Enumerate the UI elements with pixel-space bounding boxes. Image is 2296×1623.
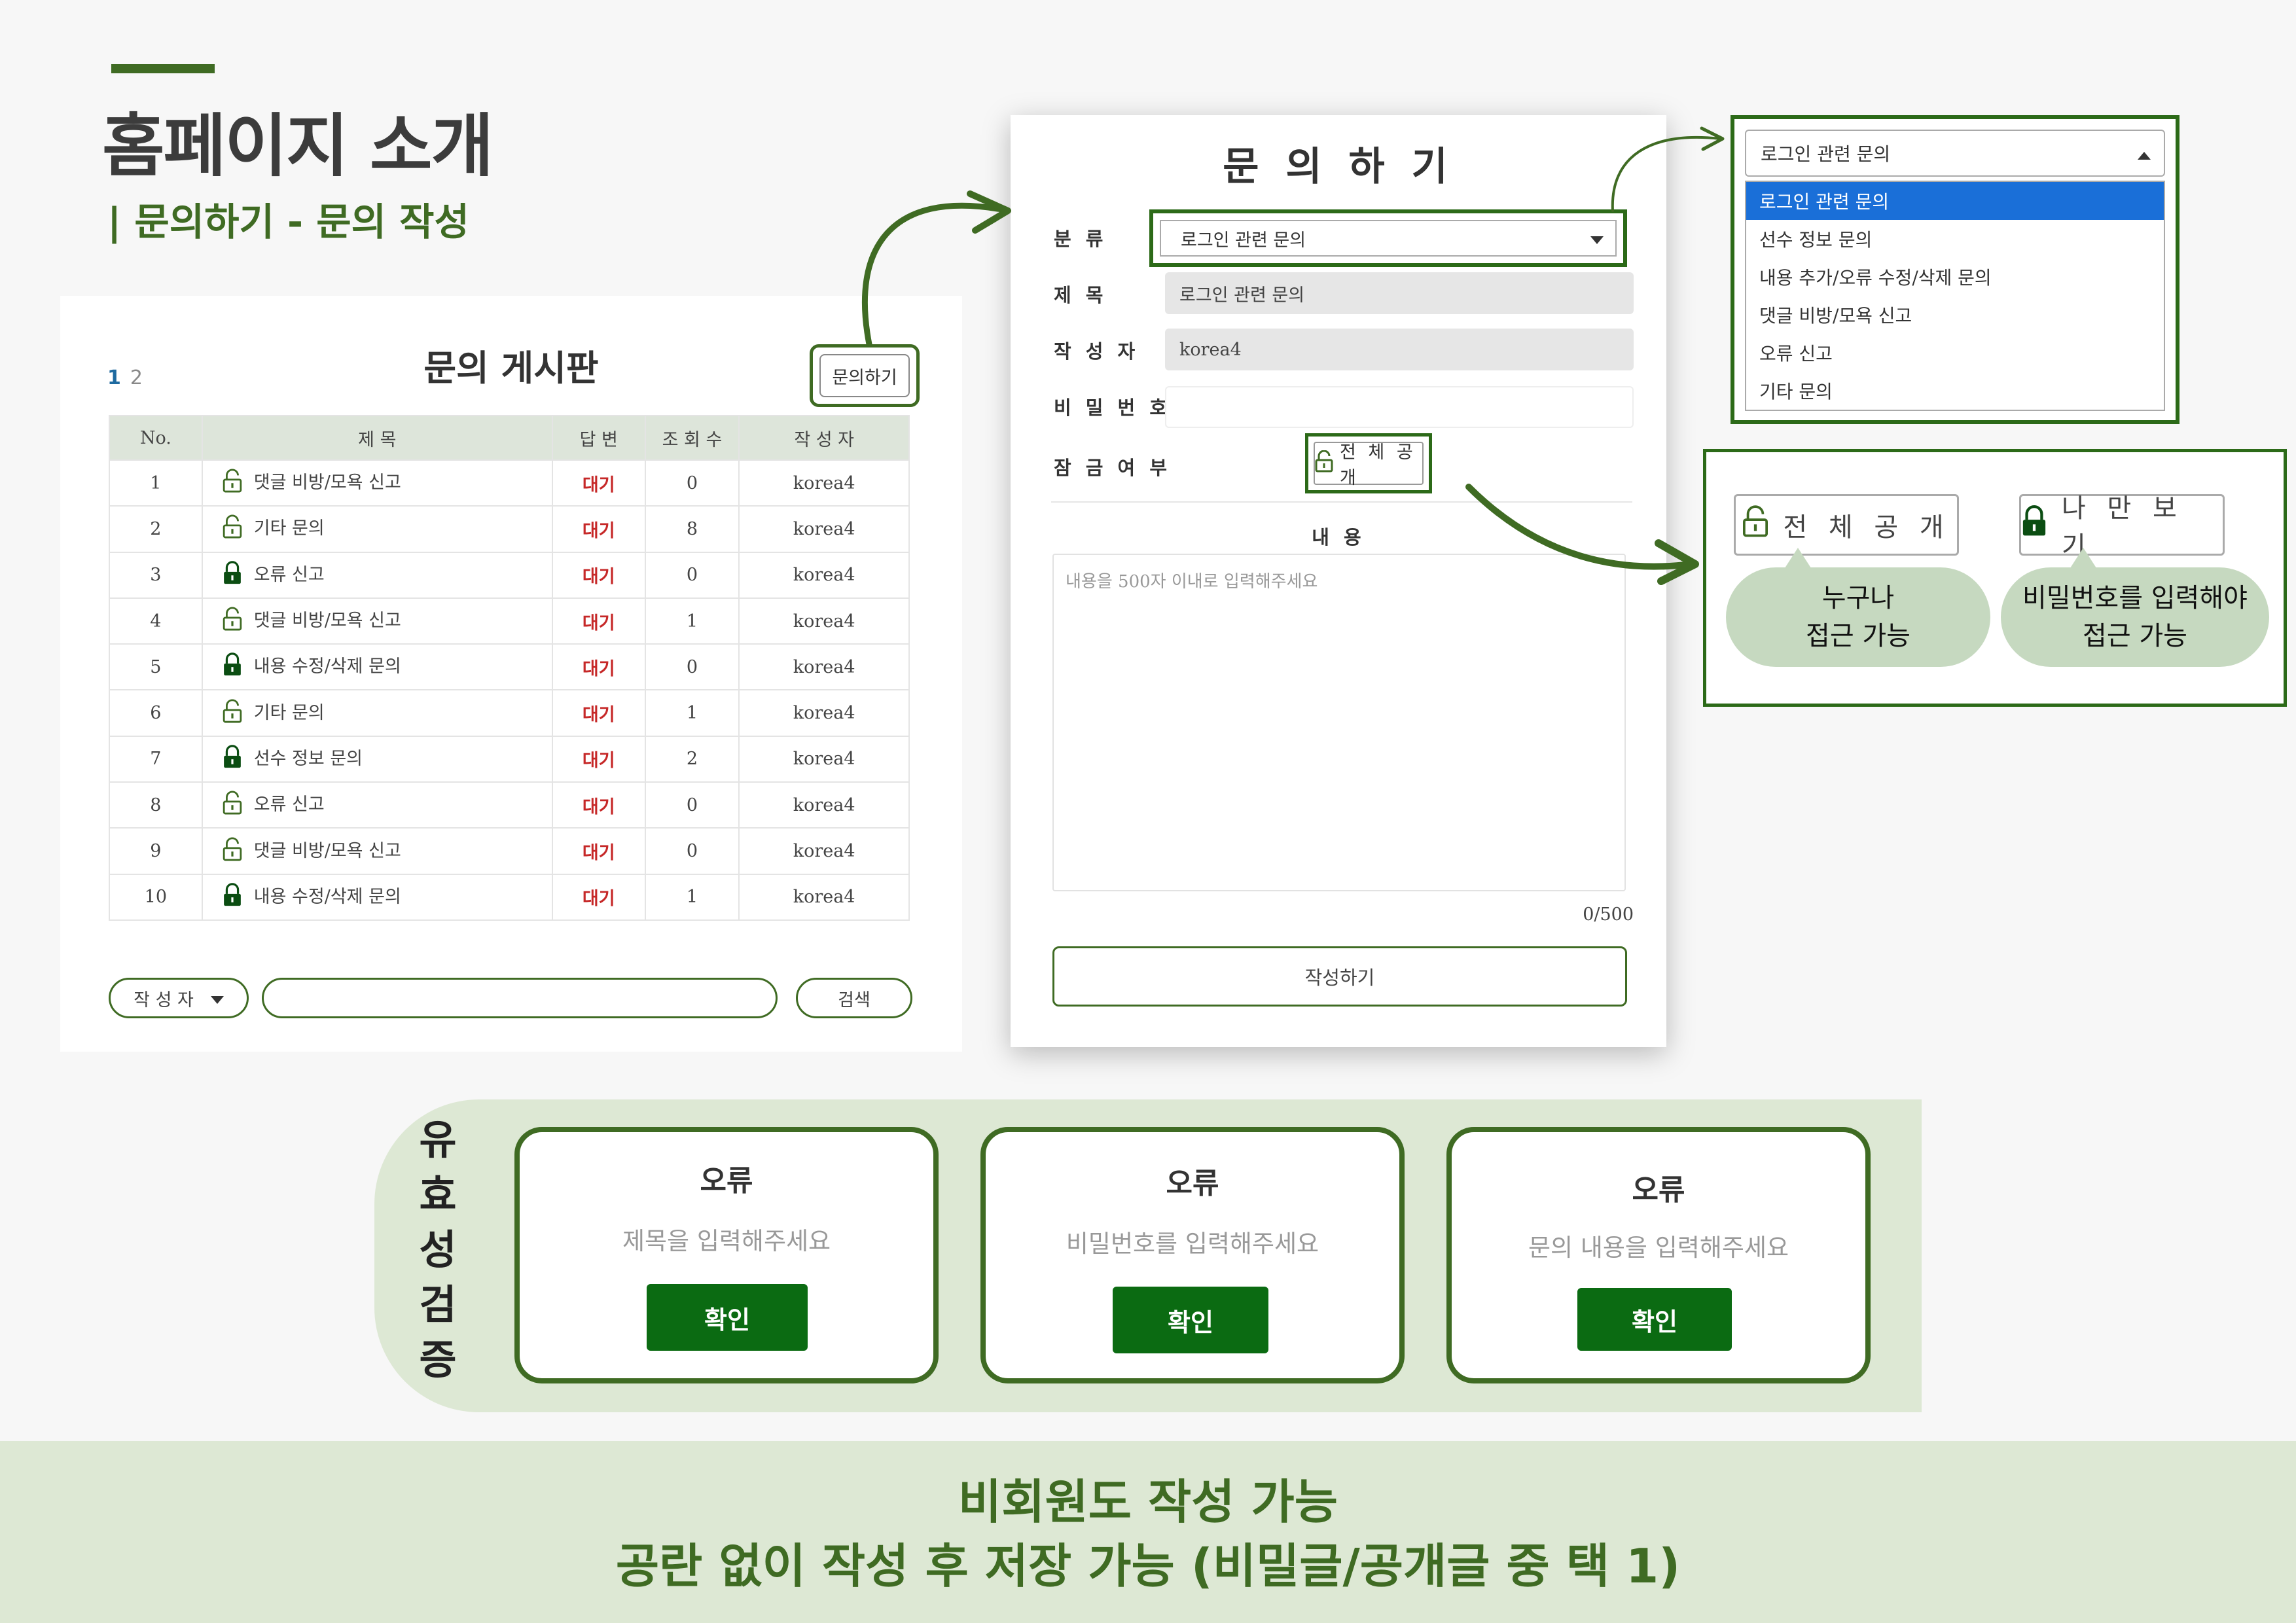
arrow-head [967, 190, 1011, 234]
arrow-to-lock-options [1465, 484, 1695, 570]
connector-arrows [861, 126, 1725, 585]
arrow-head [1655, 539, 1699, 585]
